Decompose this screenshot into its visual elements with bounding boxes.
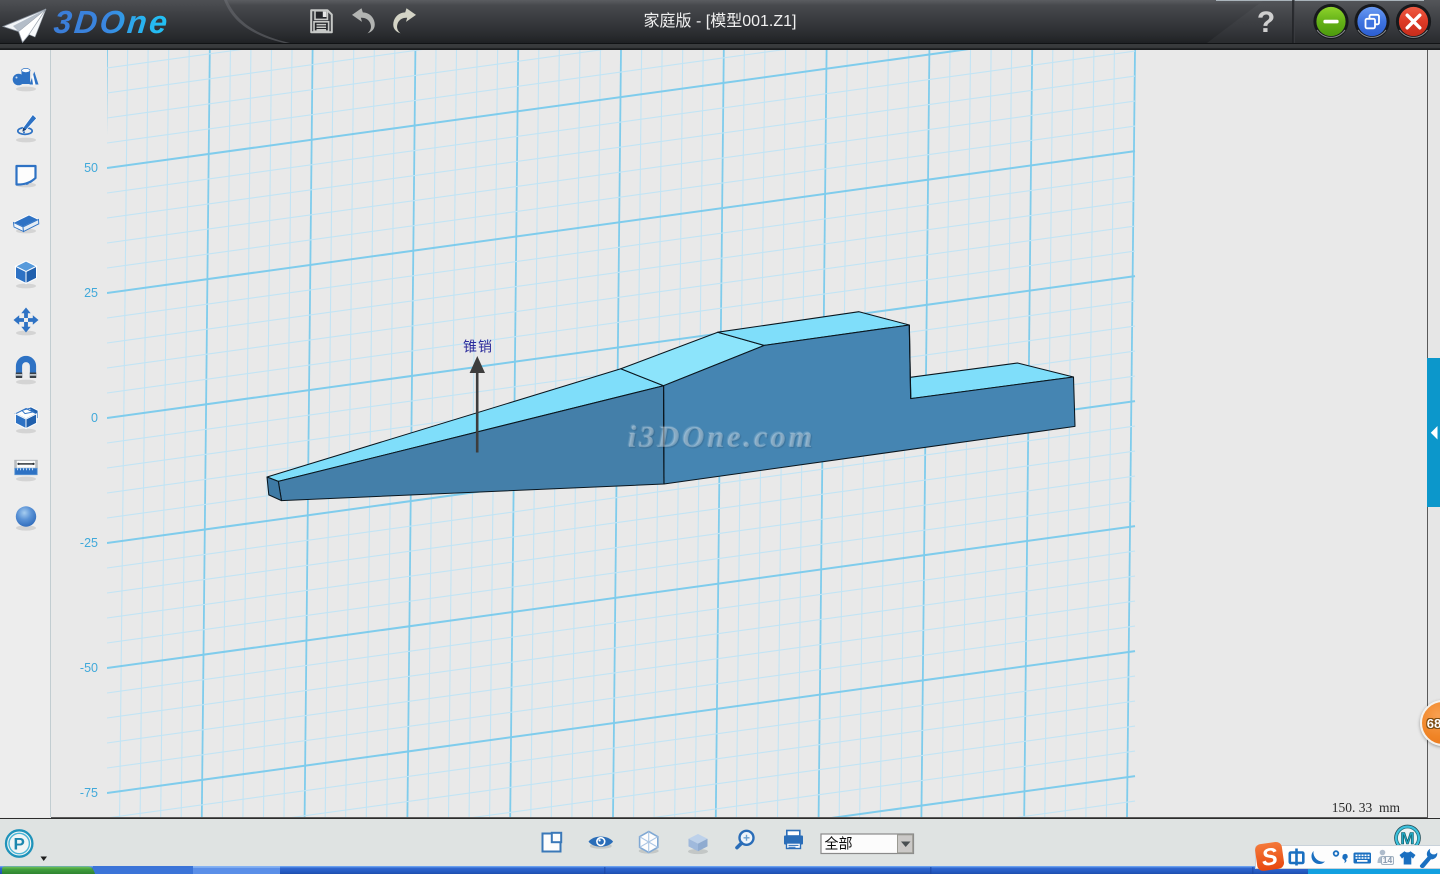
svg-text:P: P xyxy=(14,835,25,854)
svg-text:全部: 全部 xyxy=(825,836,853,852)
svg-text:14: 14 xyxy=(1383,855,1393,865)
svg-text:25: 25 xyxy=(84,286,98,300)
svg-text:50: 50 xyxy=(84,161,98,175)
svg-text:-75: -75 xyxy=(80,786,98,800)
svg-text:0: 0 xyxy=(91,411,98,425)
svg-text:-25: -25 xyxy=(80,536,98,550)
svg-text:-50: -50 xyxy=(80,661,98,675)
svg-text:锥销: 锥销 xyxy=(463,339,493,355)
